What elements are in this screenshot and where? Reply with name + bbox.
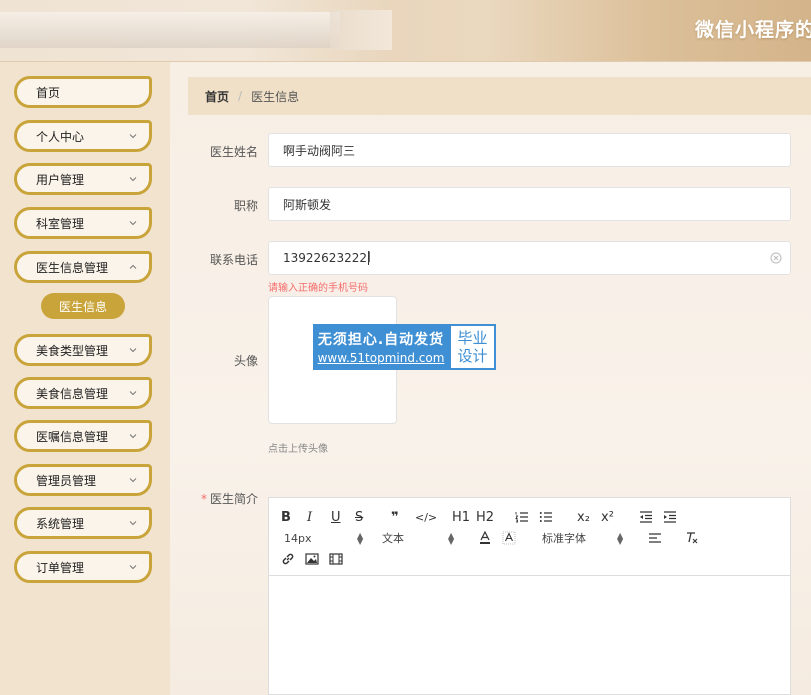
watermark-right: 毕业 设计 — [449, 324, 496, 370]
breadcrumb-current: 医生信息 — [251, 89, 300, 104]
phone-input[interactable]: 13922623222 I — [268, 241, 791, 275]
image-icon[interactable] — [305, 550, 319, 568]
phone-label: 联系电话 — [209, 253, 258, 267]
strike-button[interactable]: S — [355, 508, 363, 526]
quote-button[interactable]: ❞ — [391, 508, 399, 526]
sidebar-item-personal-center[interactable]: 个人中心 — [14, 120, 152, 152]
sidebar-item-label: 用户管理 — [36, 172, 85, 187]
font-type-select[interactable]: 文本 — [382, 529, 404, 547]
doctor-name-label: 医生姓名 — [209, 145, 258, 159]
sidebar-item-label: 美食信息管理 — [36, 386, 109, 401]
chevron-down-icon — [129, 132, 137, 140]
chevron-down-icon — [129, 563, 137, 571]
chevron-down-icon — [129, 476, 137, 484]
sidebar-item-doctor-info-management[interactable]: 医生信息管理 — [14, 251, 152, 283]
outdent-icon[interactable] — [639, 508, 653, 526]
align-icon[interactable] — [648, 529, 662, 547]
doctor-name-input[interactable]: 啊手动阀阿三 — [268, 133, 791, 167]
phone-error-message: 请输入正确的手机号码 — [268, 283, 368, 294]
sidebar-item-food-info-management[interactable]: 美食信息管理 — [14, 377, 152, 409]
indent-icon[interactable] — [663, 508, 677, 526]
intro-label: * 医生简介 — [170, 490, 258, 507]
sidebar-item-label: 科室管理 — [36, 216, 85, 231]
heading2-button[interactable]: H2 — [476, 508, 494, 526]
title-label: 职称 — [233, 199, 258, 213]
chevron-down-icon — [129, 346, 137, 354]
font-family-select[interactable]: 标准字体 — [542, 529, 586, 547]
ibeam-cursor-icon: I — [367, 250, 372, 266]
avatar-label: 头像 — [233, 354, 258, 368]
sidebar-item-label: 医生信息管理 — [36, 260, 109, 275]
rich-text-editor: B I U S ❞ </> H1 H2 x₂ x² 14px ▲ ▼ 文本 ▲ … — [268, 497, 791, 695]
font-type-select-arrows: ▲ ▼ — [448, 531, 455, 546]
sidebar-item-system-management[interactable]: 系统管理 — [14, 507, 152, 539]
underline-button[interactable]: U — [331, 508, 341, 526]
sidebar: 首页 个人中心 用户管理 科室管理 医生信息管理 医生信息 美食类型管理 美食信… — [0, 62, 170, 695]
sidebar-item-label: 医嘱信息管理 — [36, 429, 109, 444]
breadcrumb: 首页 / 医生信息 — [188, 77, 811, 115]
font-size-select-arrows: ▲ ▼ — [357, 531, 364, 546]
ordered-list-icon[interactable] — [515, 508, 529, 526]
sidebar-item-user-management[interactable]: 用户管理 — [14, 163, 152, 195]
watermark-banner: 无须担心.自动发货 www.51topmind.com 毕业 设计 — [313, 324, 496, 370]
subscript-button[interactable]: x₂ — [577, 508, 590, 526]
title-input[interactable]: 阿斯顿发 — [268, 187, 791, 221]
top-header: 微信小程序的 — [0, 0, 811, 62]
font-family-select-arrows: ▲ ▼ — [617, 531, 624, 546]
sidebar-item-label: 美食类型管理 — [36, 343, 109, 358]
watermark-line2: www.51topmind.com — [317, 351, 445, 365]
chevron-down-icon — [129, 219, 137, 227]
chevron-up-icon — [129, 263, 137, 271]
sidebar-item-medical-advice-management[interactable]: 医嘱信息管理 — [14, 420, 152, 452]
editor-toolbar: B I U S ❞ </> H1 H2 x₂ x² 14px ▲ ▼ 文本 ▲ … — [269, 498, 790, 576]
breadcrumb-home[interactable]: 首页 — [205, 88, 229, 105]
sidebar-item-label: 个人中心 — [36, 129, 85, 144]
editor-content-area[interactable] — [269, 576, 790, 694]
font-size-select[interactable]: 14px — [284, 529, 312, 547]
sidebar-item-label: 订单管理 — [36, 560, 85, 575]
bold-button[interactable]: B — [281, 508, 291, 526]
chevron-down-icon — [129, 175, 137, 183]
italic-button[interactable]: I — [307, 508, 312, 526]
code-block-button[interactable]: </> — [415, 508, 437, 526]
watermark-right2: 设计 — [457, 347, 488, 365]
avatar-upload-hint: 点击上传头像 — [268, 444, 328, 455]
watermark-right1: 毕业 — [457, 329, 488, 347]
superscript-button[interactable]: x² — [601, 508, 614, 526]
intro-label-text: 医生简介 — [209, 492, 258, 506]
clear-format-icon[interactable] — [685, 529, 699, 547]
title-value: 阿斯顿发 — [283, 197, 332, 212]
sidebar-item-home[interactable]: 首页 — [14, 76, 152, 108]
app-title: 微信小程序的 — [694, 19, 811, 41]
sidebar-item-label: 首页 — [36, 85, 61, 100]
main-content: 首页 / 医生信息 医生姓名 啊手动阀阿三 职称 阿斯顿发 联系电话 13922… — [170, 62, 811, 695]
sidebar-item-label: 管理员管理 — [36, 473, 97, 488]
phone-value: 13922623222 — [283, 251, 367, 265]
sidebar-item-admin-management[interactable]: 管理员管理 — [14, 464, 152, 496]
breadcrumb-separator: / — [238, 89, 243, 103]
sidebar-item-food-type-management[interactable]: 美食类型管理 — [14, 334, 152, 366]
watermark-line1: 无须担心.自动发货 — [317, 332, 445, 348]
header-decoration — [0, 12, 340, 48]
doctor-name-value: 啊手动阀阿三 — [283, 143, 356, 158]
sidebar-item-label: 系统管理 — [36, 516, 85, 531]
header-decoration-2 — [330, 10, 392, 50]
text-color-icon[interactable] — [479, 529, 491, 547]
required-star: * — [200, 492, 207, 506]
chevron-down-icon — [129, 389, 137, 397]
chevron-down-icon — [129, 432, 137, 440]
bullet-list-icon[interactable] — [539, 508, 553, 526]
sidebar-subitem-doctor-info[interactable]: 医生信息 — [41, 293, 125, 319]
sidebar-item-order-management[interactable]: 订单管理 — [14, 551, 152, 583]
watermark-left: 无须担心.自动发货 www.51topmind.com — [313, 324, 449, 370]
sidebar-item-department-management[interactable]: 科室管理 — [14, 207, 152, 239]
video-icon[interactable] — [329, 550, 343, 568]
chevron-down-icon — [129, 519, 137, 527]
heading1-button[interactable]: H1 — [452, 508, 470, 526]
clear-icon[interactable] — [770, 252, 782, 264]
link-icon[interactable] — [281, 550, 295, 568]
background-color-icon[interactable] — [502, 529, 516, 547]
